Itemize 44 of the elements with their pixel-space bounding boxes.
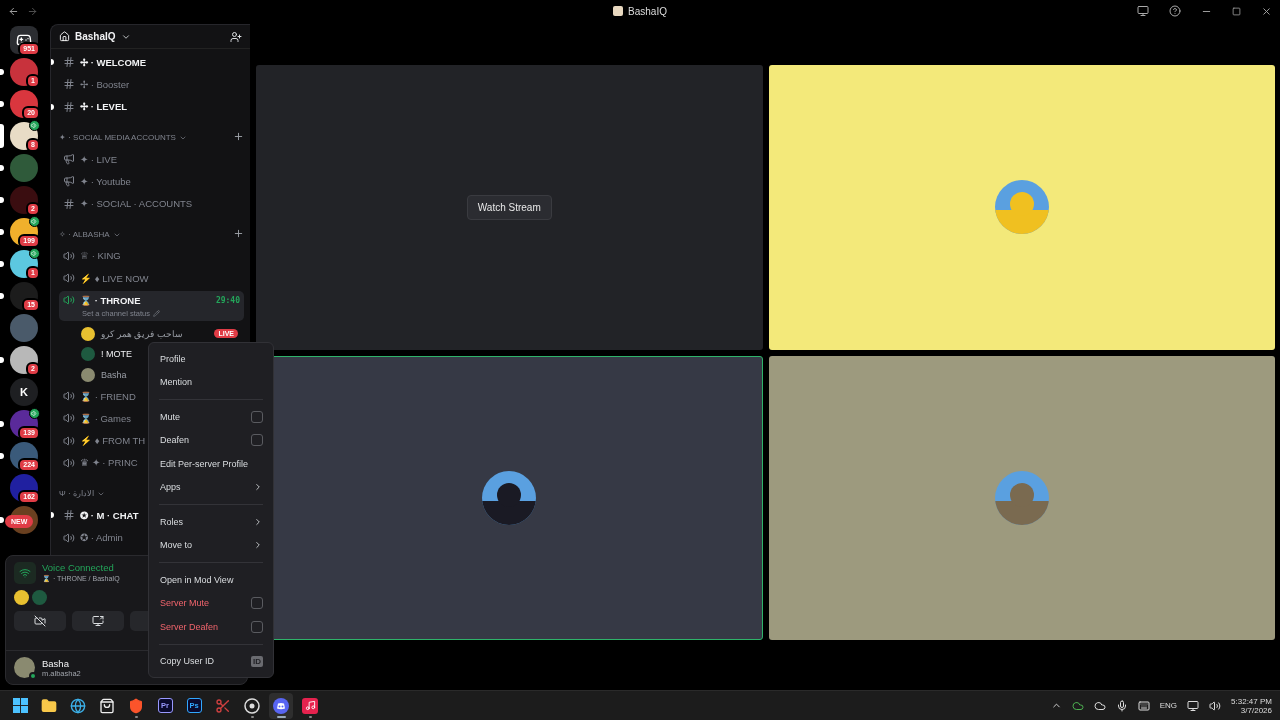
channel-name[interactable]: ♕ · KING [80,250,121,262]
channel-name: ⌛ · THRONE [80,294,141,306]
menu-item[interactable]: Open in Mod View [155,568,267,592]
channel-name[interactable]: ✢ · WELCOME [80,56,147,68]
id-tag: ID [251,655,263,667]
category-label[interactable]: ✦ · SOCIAL MEDIA ACCOUNTS [59,132,176,142]
channel-name[interactable]: ✦ · LIVE [80,153,118,165]
language-indicator[interactable]: ENG [1159,701,1178,710]
menu-item[interactable]: Mute [155,405,267,429]
menu-item[interactable]: Copy User ID ID [155,649,267,673]
menu-item[interactable]: Deafen [155,428,267,452]
member-name[interactable]: ساحب فريق همر كرو [101,328,183,339]
member-name[interactable]: Basha [101,369,127,380]
menu-item[interactable]: Server Deafen [155,615,267,639]
channel-name[interactable]: ⚡ ♦ FROM TH [80,435,146,447]
channel-name[interactable]: ✢ · LEVEL [80,101,128,113]
voice-status: Voice Connected [42,562,115,573]
menu-item[interactable]: Roles [155,510,267,534]
category-label[interactable]: ✧ · ALBASHA [59,229,110,239]
channel-name[interactable]: ⌛ · Games [80,412,132,424]
channel-name[interactable]: ✪ · M · CHAT [80,509,139,521]
channel-name[interactable]: ✦ · SOCIAL · ACCOUNTS [80,198,193,210]
channel-name[interactable]: ♛ ✦ · PRINC [80,457,138,469]
member-name[interactable]: ! MOTE [101,349,132,360]
menu-item[interactable]: Edit Per-server Profile [155,452,267,476]
server-icon[interactable]: K [10,377,38,406]
channel-name[interactable]: ✪ · Admin [80,532,123,543]
window-title: BashaIQ [628,5,667,17]
category-label[interactable]: Ψ · الادارة [59,489,94,499]
channel-name[interactable]: ⌛ · FRIEND [80,390,136,402]
clock-time[interactable]: 5:32:47 PM [1231,696,1272,706]
server-name[interactable]: BashaIQ [75,31,116,42]
clock-date[interactable]: 3/7/2026 [1240,705,1272,715]
menu-item[interactable]: Apps [155,475,267,499]
channel-name[interactable]: ⚡ ♦ LIVE NOW [80,272,149,284]
user-name: Basha [42,657,70,669]
menu-item[interactable]: Profile [155,347,267,371]
menu-item[interactable]: Mention [155,370,267,394]
channel-name[interactable]: ✦ · Youtube [80,175,131,187]
watch-stream-button[interactable]: Watch Stream [466,194,552,220]
menu-item[interactable]: Server Mute [155,591,267,615]
channel-name[interactable]: ✢ · Booster [80,78,130,90]
menu-item[interactable]: Move to [155,533,267,557]
call-timer: 29:40 [215,295,240,305]
